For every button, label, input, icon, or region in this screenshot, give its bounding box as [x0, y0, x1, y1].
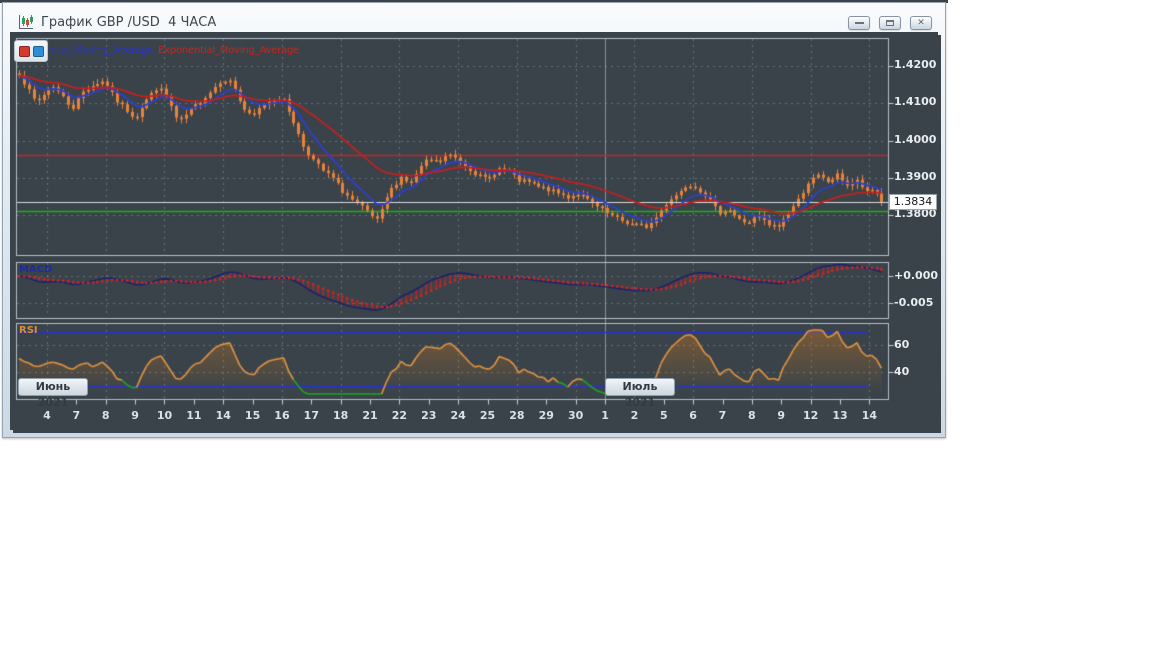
- macd-panel-label: MACD: [19, 264, 53, 275]
- maximize-button[interactable]: [879, 16, 901, 30]
- close-icon: ✕: [917, 17, 925, 28]
- close-button[interactable]: ✕: [910, 16, 932, 30]
- current-price-box: 1.3834: [889, 194, 937, 211]
- blue-indicator-button[interactable]: [32, 45, 44, 57]
- maximize-icon: [886, 20, 894, 26]
- indicator-buttons-panel: [14, 40, 48, 62]
- chart-canvas[interactable]: [10, 32, 938, 430]
- desktop: График GBP /USD 4 ЧАСА ✕ Exponential_Mov…: [0, 0, 1152, 648]
- window-title: График GBP /USD 4 ЧАСА: [41, 15, 217, 30]
- minimize-icon: [854, 22, 864, 24]
- rsi-panel-label: RSI: [19, 325, 38, 336]
- legend-ema-red-label: Exponential_Moving_Average: [158, 45, 300, 56]
- red-indicator-button[interactable]: [18, 45, 30, 57]
- chart-app-icon: [17, 13, 35, 31]
- current-price-value: 1.3834: [893, 195, 933, 209]
- title-bar[interactable]: График GBP /USD 4 ЧАСА ✕: [5, 5, 949, 35]
- minimize-button[interactable]: [848, 16, 870, 30]
